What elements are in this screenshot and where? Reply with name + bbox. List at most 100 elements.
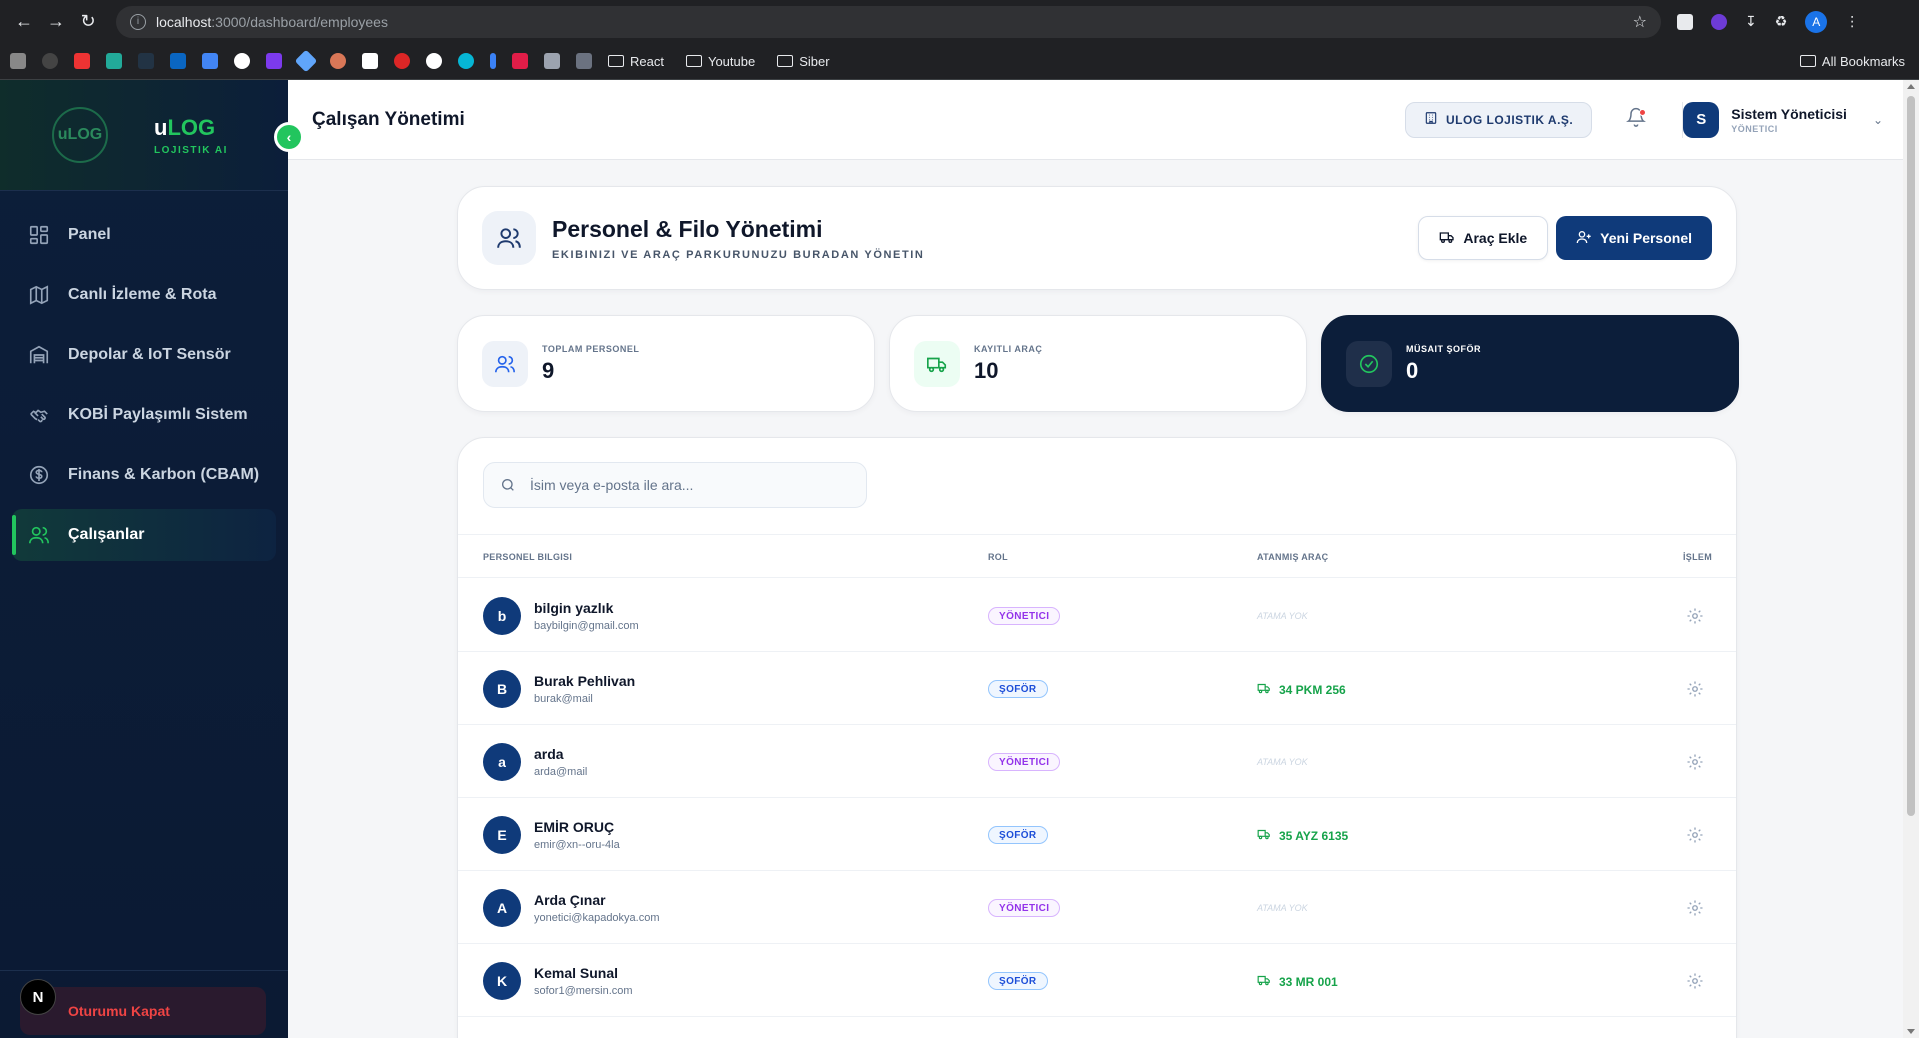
avatar: A xyxy=(483,889,521,927)
settings-gear-icon[interactable] xyxy=(1686,972,1704,990)
add-vehicle-button[interactable]: Araç Ekle xyxy=(1418,216,1549,260)
stat-label: TOPLAM PERSONEL xyxy=(542,343,640,354)
sidebar-item-warehouses[interactable]: Depolar & IoT Sensör xyxy=(12,329,276,381)
search-input[interactable] xyxy=(530,477,830,493)
scroll-thumb[interactable] xyxy=(1907,96,1915,816)
bookmark-icon[interactable] xyxy=(10,53,26,69)
address-bar[interactable]: i localhost:3000/dashboard/employees ☆ xyxy=(116,5,1661,38)
bookmark-star-icon[interactable]: ☆ xyxy=(1633,12,1647,32)
avatar: b xyxy=(483,597,521,635)
bookmark-folder[interactable]: Siber xyxy=(777,54,830,69)
translate-icon[interactable] xyxy=(202,53,218,69)
settings-gear-icon[interactable] xyxy=(1686,899,1704,917)
scroll-down-arrow[interactable] xyxy=(1907,1029,1915,1034)
extensions-puzzle-icon[interactable]: ♻ xyxy=(1775,13,1788,30)
bookmark-folder[interactable]: React xyxy=(608,54,664,69)
bookmark-icon[interactable] xyxy=(362,53,378,69)
search-box[interactable] xyxy=(483,462,867,508)
role-badge: YÖNETICI xyxy=(988,899,1061,917)
logout-button[interactable]: Oturumu Kapat xyxy=(20,987,266,1035)
top-header: Çalışan Yönetimi ULOG LOJISTIK A.Ş. S Si… xyxy=(288,80,1903,160)
chevron-left-icon: ‹ xyxy=(286,129,292,145)
user-plus-icon xyxy=(1576,229,1592,248)
table-header: PERSONEL BILGISI ROL ATANMIŞ ARAÇ İŞLEM xyxy=(458,534,1736,578)
folder-icon xyxy=(608,55,624,67)
menu-dots-icon[interactable]: ⋮ xyxy=(1845,13,1859,30)
sidebar-item-label: Canlı İzleme & Rota xyxy=(68,286,217,303)
notification-dot xyxy=(1639,108,1647,116)
bookmark-icon[interactable] xyxy=(42,53,58,69)
download-icon[interactable]: ↧ xyxy=(1745,13,1757,30)
map-icon xyxy=(28,284,50,306)
bookmark-icon[interactable] xyxy=(266,53,282,69)
profile-avatar[interactable]: A xyxy=(1805,10,1828,33)
nextjs-devtools-badge[interactable]: N xyxy=(20,979,56,1015)
bookmark-icon[interactable] xyxy=(426,53,442,69)
bookmark-icon[interactable] xyxy=(576,53,592,69)
sidebar-item-panel[interactable]: Panel xyxy=(12,209,276,261)
employee-email: sofor1@mersin.com xyxy=(534,985,633,997)
all-bookmarks[interactable]: All Bookmarks xyxy=(1799,54,1905,69)
truck-icon xyxy=(1439,229,1455,248)
forward-icon[interactable]: → xyxy=(40,6,72,38)
settings-gear-icon[interactable] xyxy=(1686,680,1704,698)
hero-title: Personel & Filo Yönetimi xyxy=(552,215,823,242)
page-scrollbar[interactable] xyxy=(1903,80,1919,1038)
brand-name: uLOG xyxy=(154,114,216,140)
bookmark-icon[interactable] xyxy=(106,53,122,69)
bookmark-icon[interactable] xyxy=(544,53,560,69)
bookmark-icon[interactable] xyxy=(512,53,528,69)
settings-gear-icon[interactable] xyxy=(1686,826,1704,844)
assigned-vehicle: ATAMA YOK xyxy=(1257,611,1308,621)
table-row: A Arda Çınar yonetici@kapadokya.com YÖNE… xyxy=(458,871,1736,944)
collapse-sidebar-button[interactable]: ‹ xyxy=(274,122,304,152)
github-icon[interactable] xyxy=(234,53,250,69)
extension-icon[interactable] xyxy=(1711,13,1727,30)
table-row: b bilgin yazlık baybilgin@gmail.com YÖNE… xyxy=(458,579,1736,652)
stat-label: KAYITLI ARAÇ xyxy=(974,343,1043,354)
folder-icon xyxy=(685,55,702,67)
warehouse-icon xyxy=(28,344,50,366)
extension-icon[interactable] xyxy=(1677,13,1693,30)
stat-total-staff: TOPLAM PERSONEL 9 xyxy=(457,315,875,412)
bookmark-icon[interactable] xyxy=(458,53,474,69)
new-staff-button[interactable]: Yeni Personel xyxy=(1556,216,1712,260)
chevron-down-icon: ⌄ xyxy=(1872,112,1883,127)
avatar: E xyxy=(483,816,521,854)
sidebar-item-live-tracking[interactable]: Canlı İzleme & Rota xyxy=(12,269,276,321)
truck-icon xyxy=(914,340,960,387)
grid-icon xyxy=(28,224,50,246)
notifications-bell[interactable] xyxy=(1624,107,1648,132)
table-row: K Kemal Sunal sofor1@mersin.com ŞOFÖR 33… xyxy=(458,944,1736,1017)
back-icon[interactable]: ← xyxy=(8,6,40,38)
assigned-vehicle: 35 AYZ 6135 xyxy=(1257,827,1348,844)
employee-email: yonetici@kapadokya.com xyxy=(534,912,660,924)
site-info-icon[interactable]: i xyxy=(130,13,146,30)
role-badge: ŞOFÖR xyxy=(988,972,1048,990)
youtube-icon[interactable] xyxy=(74,53,90,69)
scroll-up-arrow[interactable] xyxy=(1907,84,1915,89)
gemini-icon[interactable] xyxy=(294,49,318,73)
sidebar-item-label: KOBİ Paylaşımlı Sistem xyxy=(68,406,248,423)
user-menu[interactable]: S Sistem Yöneticisi YÖNETICI ⌄ xyxy=(1682,101,1883,138)
settings-gear-icon[interactable] xyxy=(1686,753,1704,771)
stat-value: 9 xyxy=(542,357,555,383)
stat-value: 10 xyxy=(974,357,999,383)
sidebar-item-employees[interactable]: Çalışanlar xyxy=(12,509,276,561)
bookmark-folder[interactable]: Youtube xyxy=(685,54,755,69)
company-selector-button[interactable]: ULOG LOJISTIK A.Ş. xyxy=(1405,101,1593,138)
linkedin-icon[interactable] xyxy=(170,53,186,69)
settings-gear-icon[interactable] xyxy=(1686,607,1704,625)
bookmark-icon[interactable] xyxy=(138,53,154,69)
users-icon xyxy=(482,340,528,387)
brand-subtitle: LOJISTIK AI xyxy=(154,144,228,156)
table-row: a arda arda@mail YÖNETICI ATAMA YOK xyxy=(458,725,1736,798)
bookmark-icon[interactable] xyxy=(490,53,496,69)
claude-icon[interactable] xyxy=(330,53,346,69)
sidebar-item-finance[interactable]: Finans & Karbon (CBAM) xyxy=(12,449,276,501)
bookmark-icon[interactable] xyxy=(394,53,410,69)
sidebar-item-kobi[interactable]: KOBİ Paylaşımlı Sistem xyxy=(12,389,276,441)
bookmarks-bar: React Youtube Siber All Bookmarks xyxy=(0,43,1919,80)
role-badge: YÖNETICI xyxy=(988,753,1061,771)
reload-icon[interactable]: ↻ xyxy=(72,6,104,38)
